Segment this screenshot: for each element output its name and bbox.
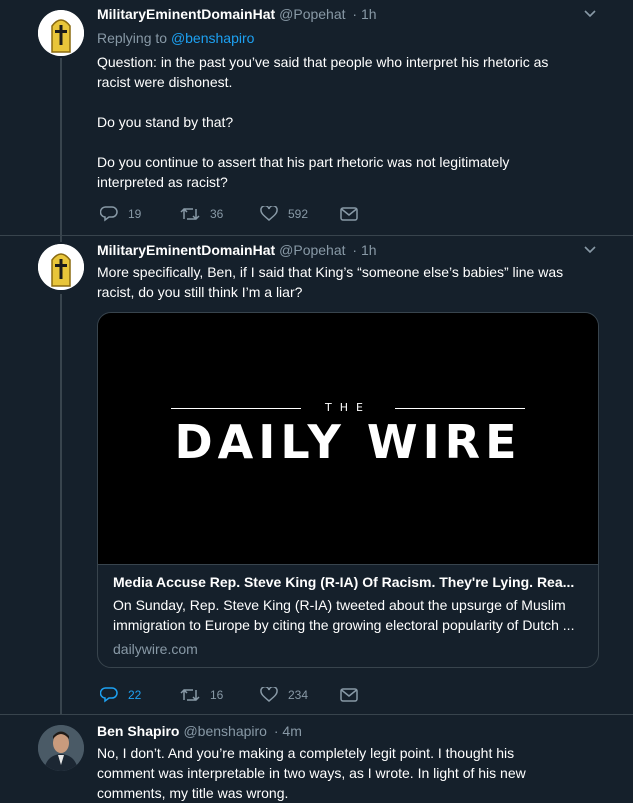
- message-icon: [340, 688, 358, 702]
- message-icon: [340, 207, 358, 221]
- author-handle[interactable]: @Popehat: [279, 6, 345, 22]
- author-name[interactable]: Ben Shapiro: [97, 723, 179, 739]
- like-button[interactable]: 234: [260, 687, 340, 703]
- tweet-actions: 22 16 234: [100, 687, 420, 703]
- author-handle[interactable]: @benshapiro: [183, 723, 267, 739]
- reply-button[interactable]: 22: [100, 687, 180, 703]
- author-name[interactable]: MilitaryEminentDomainHat: [97, 6, 275, 22]
- card-title: Media Accuse Rep. Steve King (R-IA) Of R…: [113, 574, 575, 590]
- thread-line: [60, 58, 62, 235]
- tweet-time[interactable]: · 1h: [352, 6, 376, 22]
- tweet-paragraph: No, I don’t. And you’re making a complet…: [97, 745, 526, 801]
- like-icon: [260, 687, 278, 702]
- card-domain: dailywire.com: [113, 641, 198, 657]
- message-button[interactable]: [340, 207, 420, 221]
- reply-count: 19: [128, 207, 142, 221]
- retweet-count: 16: [210, 688, 224, 702]
- replying-prefix: Replying to: [97, 30, 171, 46]
- like-icon: [260, 206, 278, 221]
- tweet-1[interactable]: MilitaryEminentDomainHat @Popehat · 1h Re…: [0, 0, 633, 235]
- author-handle[interactable]: @Popehat: [279, 242, 345, 258]
- chevron-down-icon[interactable]: [583, 8, 597, 22]
- reply-button[interactable]: 19: [100, 206, 180, 222]
- tweet-time[interactable]: · 4m: [274, 723, 302, 739]
- thread-line: [60, 294, 62, 714]
- card-image: THE DAILY WIRE: [98, 313, 598, 565]
- tweet-text: Question: in the past you’ve said that p…: [97, 52, 572, 192]
- retweet-button[interactable]: 16: [180, 687, 260, 703]
- tweet-paragraph: More specifically, Ben, if I said that K…: [97, 264, 564, 300]
- card-text: Media Accuse Rep. Steve King (R-IA) Of R…: [98, 565, 598, 657]
- thread-line: [60, 236, 62, 242]
- retweet-icon: [180, 207, 200, 221]
- message-button[interactable]: [340, 688, 420, 702]
- like-count: 592: [288, 207, 309, 221]
- logo-the: THE: [325, 401, 371, 414]
- tweet-time[interactable]: · 1h: [352, 242, 376, 258]
- chevron-down-icon[interactable]: [583, 244, 597, 258]
- tweet-2[interactable]: MilitaryEminentDomainHat @Popehat · 1h Mo…: [0, 236, 633, 714]
- popehat-avatar[interactable]: [38, 244, 84, 290]
- replying-to: Replying to @benshapiro: [97, 30, 254, 46]
- tweet-header: MilitaryEminentDomainHat @Popehat · 1h: [97, 6, 377, 22]
- retweet-icon: [180, 688, 200, 702]
- author-name[interactable]: MilitaryEminentDomainHat: [97, 242, 275, 258]
- tweet-paragraph: Question: in the past you’ve said that p…: [97, 54, 549, 90]
- popehat-avatar[interactable]: [38, 10, 84, 56]
- logo-daily-wire: DAILY WIRE: [174, 415, 522, 469]
- card-description: On Sunday, Rep. Steve King (R-IA) tweete…: [113, 597, 575, 633]
- link-card[interactable]: THE DAILY WIRE Media Accuse Rep. Steve K…: [97, 312, 599, 668]
- tweet-actions: 19 36 592: [100, 206, 420, 222]
- like-count: 234: [288, 688, 309, 702]
- retweet-button[interactable]: 36: [180, 206, 260, 222]
- reply-count: 22: [128, 688, 142, 702]
- reply-icon: [100, 206, 118, 222]
- ben-shapiro-avatar[interactable]: [38, 725, 84, 771]
- like-button[interactable]: 592: [260, 206, 340, 222]
- tweet-text: No, I don’t. And you’re making a complet…: [97, 743, 572, 803]
- tweet-header: Ben Shapiro @benshapiro · 4m: [97, 723, 302, 739]
- retweet-count: 36: [210, 207, 224, 221]
- tweet-header: MilitaryEminentDomainHat @Popehat · 1h: [97, 242, 377, 258]
- tweet-paragraph: Do you stand by that?: [97, 114, 234, 130]
- reply-icon: [100, 687, 118, 703]
- replying-mention[interactable]: @benshapiro: [171, 30, 255, 46]
- tweet-3[interactable]: Ben Shapiro @benshapiro · 4m No, I don’t.…: [0, 715, 633, 803]
- tweet-text: More specifically, Ben, if I said that K…: [97, 262, 572, 302]
- tweet-paragraph: Do you continue to assert that his part …: [97, 154, 510, 190]
